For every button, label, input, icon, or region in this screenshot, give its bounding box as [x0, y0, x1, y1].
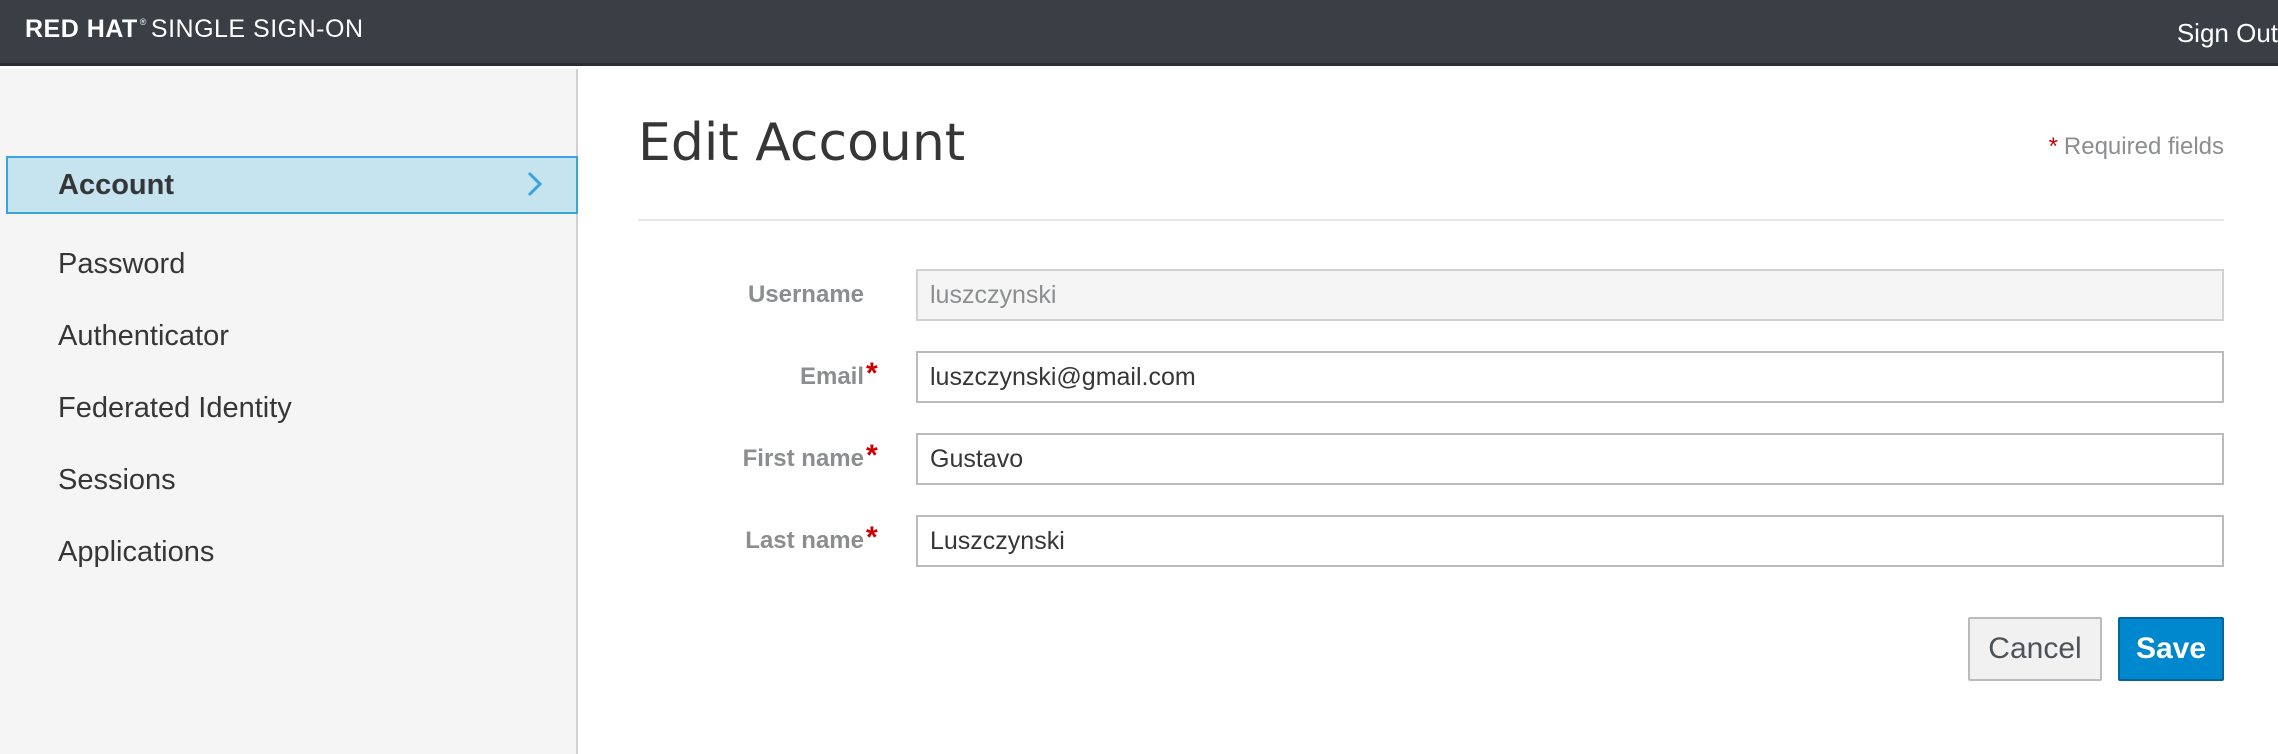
- username-field: [916, 269, 2224, 321]
- page-title: Edit Account: [638, 113, 966, 173]
- last-name-row: Last name *: [638, 515, 2224, 567]
- sidebar-item-sessions[interactable]: Sessions: [0, 444, 578, 516]
- top-navbar: RED HAT ® SINGLE SIGN-ON Sign Out: [0, 0, 2278, 66]
- last-name-label: Last name: [745, 527, 864, 554]
- sidebar: Account Password Authenticator Federated…: [0, 69, 578, 754]
- required-asterisk: *: [866, 439, 878, 472]
- first-name-label: First name: [742, 445, 864, 472]
- last-name-field[interactable]: [916, 515, 2224, 567]
- sidebar-item-label: Sessions: [58, 463, 176, 496]
- cancel-button[interactable]: Cancel: [1968, 617, 2102, 681]
- required-fields-note: * Required fields: [2049, 133, 2224, 161]
- brand-product: SINGLE SIGN-ON: [150, 15, 364, 43]
- first-name-row: First name *: [638, 433, 2224, 485]
- email-field[interactable]: [916, 351, 2224, 403]
- brand-logo: RED HAT ® SINGLE SIGN-ON: [25, 15, 364, 44]
- email-label: Email: [799, 363, 864, 390]
- save-button[interactable]: Save: [2118, 617, 2224, 681]
- username-label: Username: [747, 281, 864, 308]
- sign-out-link[interactable]: Sign Out: [2177, 18, 2278, 49]
- username-row: Username: [638, 269, 2224, 321]
- sidebar-item-label: Authenticator: [58, 319, 229, 352]
- required-asterisk: *: [866, 357, 878, 390]
- brand-trademark: ®: [139, 17, 147, 27]
- sidebar-item-password[interactable]: Password: [0, 228, 578, 300]
- sidebar-item-label: Applications: [58, 535, 215, 568]
- sidebar-item-account[interactable]: Account: [6, 156, 578, 214]
- sidebar-item-authenticator[interactable]: Authenticator: [0, 300, 578, 372]
- sidebar-item-label: Account: [58, 168, 174, 201]
- first-name-field[interactable]: [916, 433, 2224, 485]
- divider: [638, 219, 2224, 221]
- chevron-right-icon: [527, 171, 543, 197]
- sidebar-nav: Account Password Authenticator Federated…: [0, 156, 578, 588]
- sidebar-item-label: Password: [58, 247, 186, 280]
- sidebar-item-applications[interactable]: Applications: [0, 516, 578, 588]
- required-asterisk: *: [2048, 133, 2058, 160]
- sidebar-item-federated-identity[interactable]: Federated Identity: [0, 372, 578, 444]
- required-asterisk: *: [866, 521, 878, 554]
- required-fields-text: Required fields: [2063, 133, 2224, 160]
- sidebar-item-label: Federated Identity: [58, 391, 292, 424]
- email-row: Email *: [638, 351, 2224, 403]
- brand-bold: RED HAT: [25, 15, 138, 43]
